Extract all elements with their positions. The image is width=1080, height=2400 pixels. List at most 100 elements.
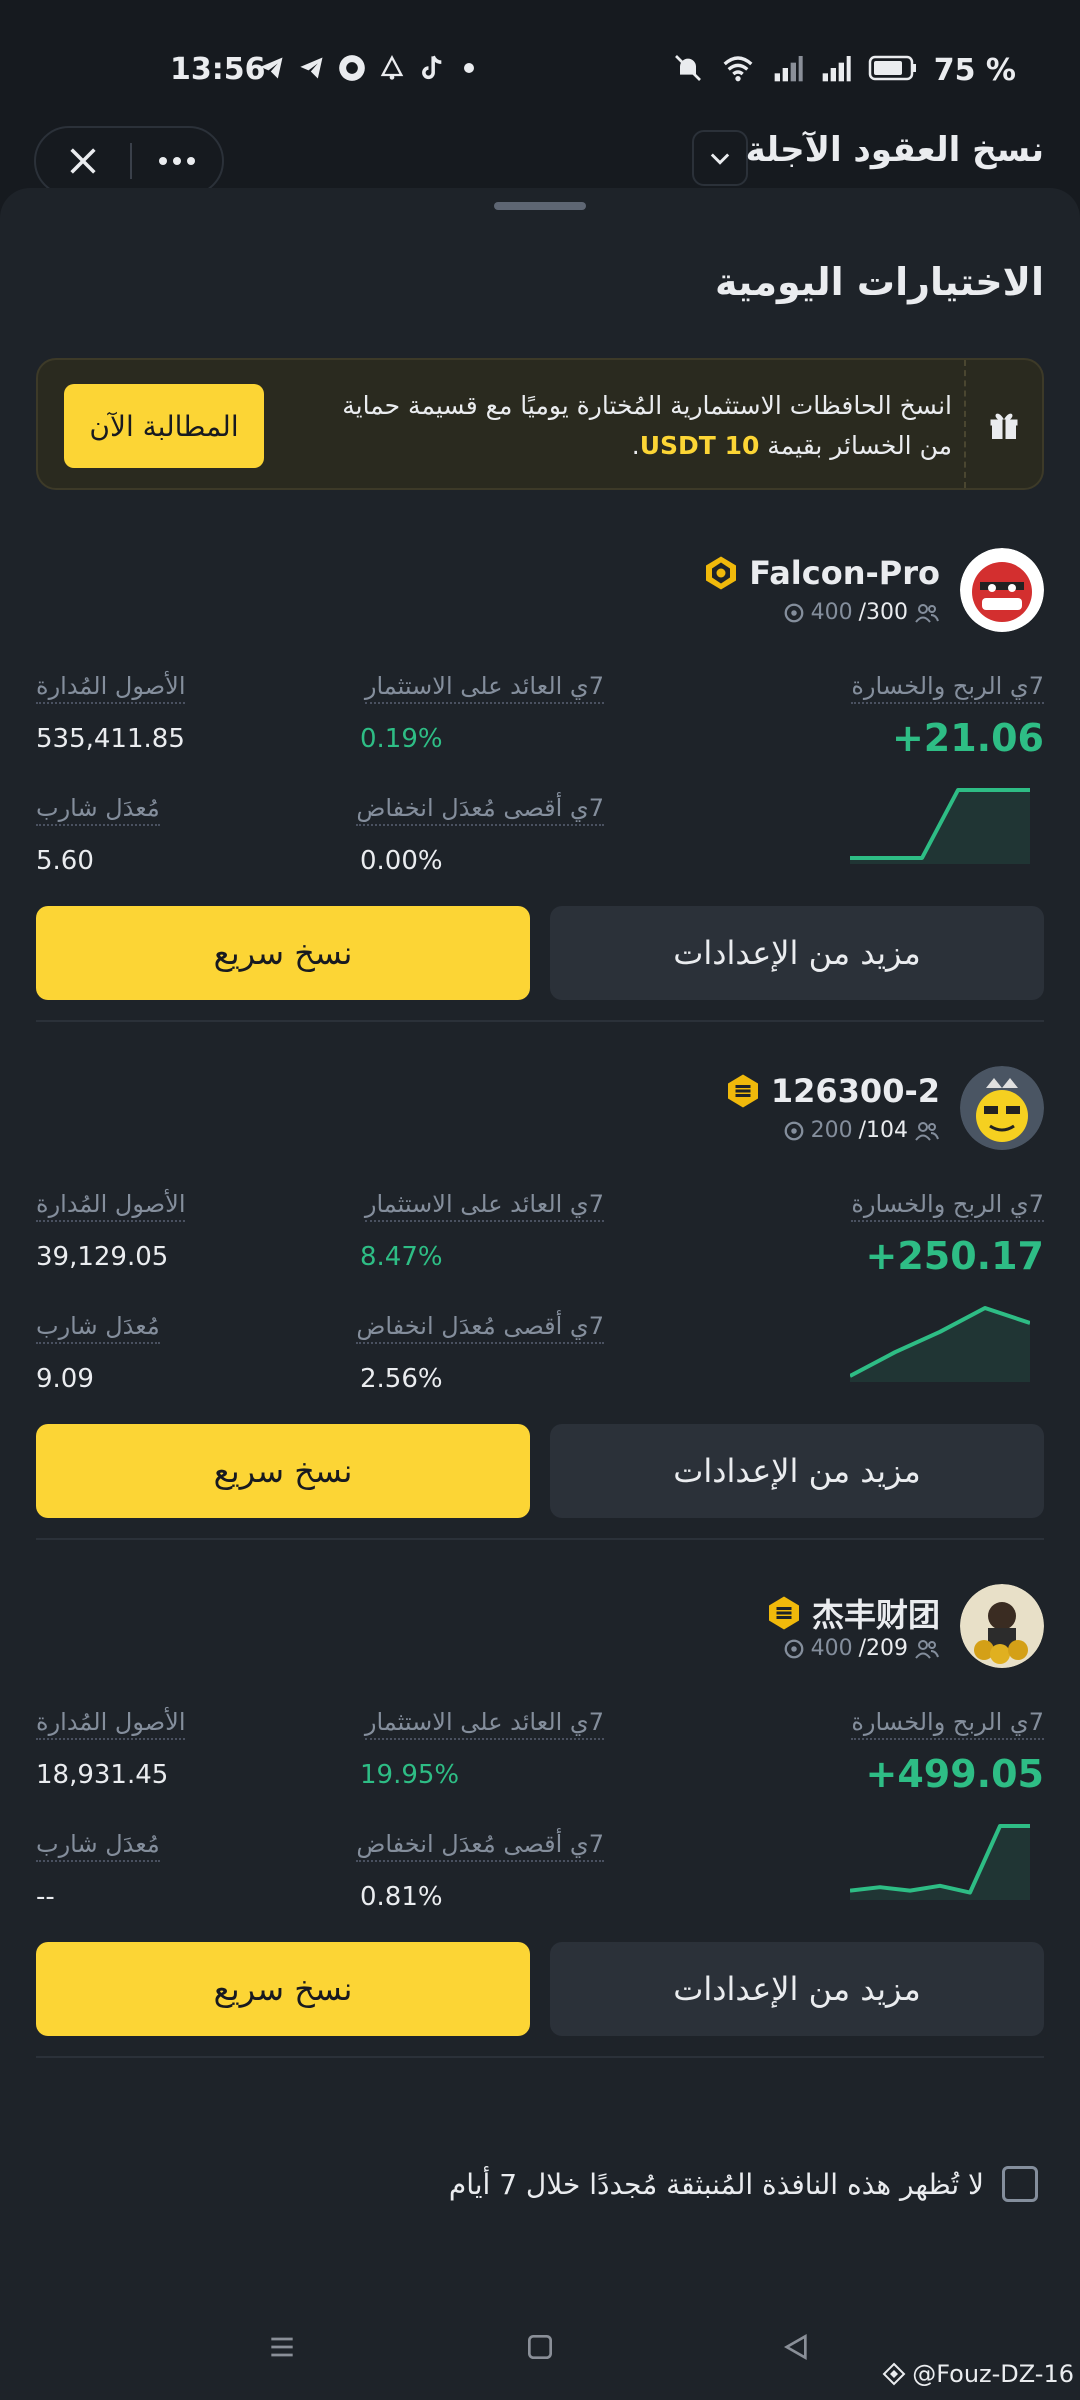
back-triangle-icon (783, 2334, 807, 2360)
followers-max: /300 (858, 600, 908, 625)
trader-name[interactable]: 杰丰财团 (812, 1590, 940, 1636)
telegram-icon (258, 54, 286, 82)
status-bar: 13:56 75 % (0, 0, 1080, 130)
signal-icon (820, 52, 852, 88)
pnl-sparkline (849, 1820, 1030, 1900)
close-button[interactable] (36, 128, 130, 194)
followers-count: 200 (810, 1118, 853, 1143)
quick-copy-button[interactable]: نسخ سريع (36, 1424, 530, 1518)
users-icon (915, 603, 939, 623)
trader-name-row: Falcon-Pro (703, 554, 940, 592)
aum-label: الأصول المُدارة (36, 1190, 186, 1222)
aum-value: 39,129.05 (36, 1242, 169, 1272)
battery-icon (868, 54, 918, 86)
trader-card[interactable]: 杰丰财团 400/209 7ي الربح والخسارة +499.05 7… (36, 1584, 1044, 2094)
quick-copy-button[interactable]: نسخ سريع (36, 1942, 530, 2036)
menu-icon (271, 2337, 293, 2357)
mdd-value: 2.56% (360, 1364, 443, 1394)
alarm-icon (378, 54, 406, 82)
pnl-sparkline (850, 784, 1030, 864)
status-time: 13:56 (170, 52, 266, 87)
aum-label: الأصول المُدارة (36, 672, 186, 704)
watermark-text: @Fouz-DZ-16 (912, 2360, 1074, 2388)
copy-slots-icon (784, 603, 803, 622)
pnl-label: 7ي الربح والخسارة (851, 672, 1044, 704)
copy-slots-icon (784, 1121, 803, 1140)
trader-followers: 200/104 (783, 1118, 940, 1143)
trader-followers: 400/209 (783, 1636, 940, 1661)
header-dropdown-button[interactable] (692, 130, 748, 186)
mdd-label: 7ي أقصى مُعدَل انخفاض (356, 1830, 604, 1862)
card-divider (36, 1020, 1044, 1022)
sheet-handle[interactable] (494, 202, 586, 210)
more-button[interactable] (132, 128, 222, 194)
pnl-label: 7ي الربح والخسارة (851, 1190, 1044, 1222)
trader-followers: 400/300 (783, 600, 940, 625)
sharpe-label: مُعدَل شارب (36, 794, 160, 826)
dont-show-again-row[interactable]: لا تُظهر هذه النافذة المُنبثقة مُجددًا خ… (449, 2166, 1038, 2202)
telegram-icon (298, 54, 326, 82)
nav-back-button[interactable] (766, 2322, 826, 2372)
trader-avatar[interactable] (960, 548, 1044, 632)
promo-highlight: 10 USDT (639, 431, 760, 460)
users-icon (915, 1121, 939, 1141)
status-app-icons (258, 54, 474, 82)
mdd-value: 0.00% (360, 846, 443, 876)
more-settings-button[interactable]: مزيد من الإعدادات (550, 1424, 1044, 1518)
mdd-label: 7ي أقصى مُعدَل انخفاض (356, 794, 604, 826)
trader-card[interactable]: Falcon-Pro 400/300 7ي الربح والخسارة +21… (36, 548, 1044, 1058)
more-settings-button[interactable]: مزيد من الإعدادات (550, 906, 1044, 1000)
trader-name[interactable]: 126300-2 (771, 1072, 940, 1110)
chevron-down-icon (710, 153, 730, 165)
pnl-value: +499.05 (865, 1752, 1044, 1796)
quick-copy-button[interactable]: نسخ سريع (36, 906, 530, 1000)
mini-program-capsule (34, 126, 224, 196)
copy-slots-icon (784, 1639, 803, 1658)
dont-show-checkbox[interactable] (1002, 2166, 1038, 2202)
roi-value: 19.95% (360, 1760, 460, 1790)
wifi-icon (720, 52, 756, 88)
followers-max: /104 (858, 1118, 908, 1143)
sharpe-value: 9.09 (36, 1364, 94, 1394)
trader-name-row: 126300-2 (725, 1072, 940, 1110)
roi-label: 7ي العائد على الاستثمار (364, 1708, 604, 1740)
claim-now-button[interactable]: المطالبة الآن (64, 384, 264, 468)
aum-label: الأصول المُدارة (36, 1708, 186, 1740)
sharpe-value: -- (36, 1882, 55, 1912)
card-divider (36, 2056, 1044, 2058)
more-dots-icon (159, 157, 195, 165)
trader-avatar[interactable] (960, 1584, 1044, 1668)
pnl-label: 7ي الربح والخسارة (851, 1708, 1044, 1740)
trader-avatar[interactable] (960, 1066, 1044, 1150)
close-icon (70, 148, 96, 174)
signal-icon (772, 52, 804, 88)
home-square-icon (528, 2335, 552, 2359)
trader-badge-icon (725, 1073, 761, 1109)
header-title: نسخ العقود الآجلة (745, 130, 1044, 170)
promo-text: انسخ الحافظات الاستثمارية المُختارة يومي… (302, 386, 952, 466)
trader-card[interactable]: 126300-2 200/104 7ي الربح والخسارة +250.… (36, 1066, 1044, 1576)
pnl-value: +250.17 (865, 1234, 1044, 1278)
aum-value: 18,931.45 (36, 1760, 169, 1790)
gift-icon (964, 360, 1042, 488)
users-icon (915, 1639, 939, 1659)
pnl-value: +21.06 (891, 716, 1044, 760)
watermark: @Fouz-DZ-16 (882, 2360, 1074, 2388)
status-right: 75 % (672, 52, 1016, 88)
battery-percent: 75 % (933, 52, 1016, 88)
nav-home-button[interactable] (510, 2322, 570, 2372)
roi-label: 7ي العائد على الاستثمار (364, 672, 604, 704)
sheet-title: الاختيارات اليومية (714, 260, 1044, 304)
roi-label: 7ي العائد على الاستثمار (364, 1190, 604, 1222)
circle-app-icon (338, 54, 366, 82)
mdd-label: 7ي أقصى مُعدَل انخفاض (356, 1312, 604, 1344)
diamond-logo-icon (882, 2362, 906, 2386)
trader-badge-icon (766, 1595, 802, 1631)
followers-max: /209 (858, 1636, 908, 1661)
trader-badge-icon (703, 555, 739, 591)
followers-count: 400 (810, 1636, 853, 1661)
trader-name-row: 杰丰财团 (766, 1590, 940, 1636)
nav-menu-button[interactable] (252, 2322, 312, 2372)
trader-name[interactable]: Falcon-Pro (749, 554, 940, 592)
more-settings-button[interactable]: مزيد من الإعدادات (550, 1942, 1044, 2036)
